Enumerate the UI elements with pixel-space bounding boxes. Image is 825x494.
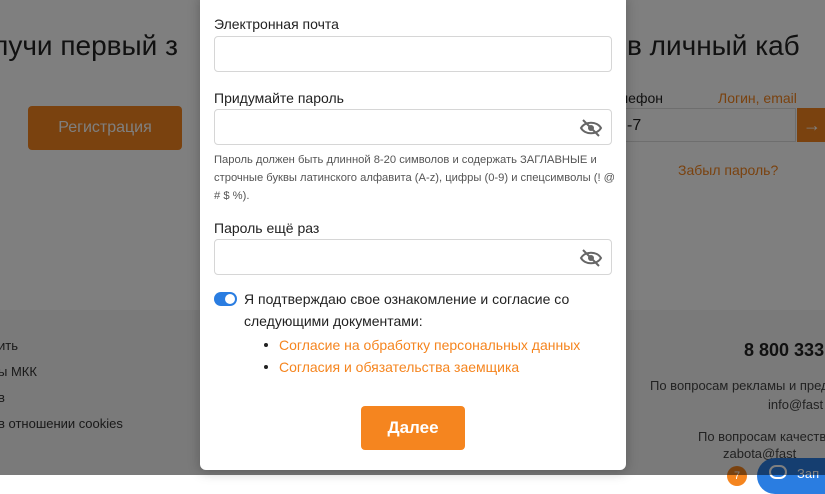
consent-documents-list: Согласие на обработку персональных данны… [264, 334, 580, 378]
eye-off-icon[interactable] [579, 248, 603, 268]
eye-off-icon[interactable] [579, 118, 603, 138]
password-field[interactable] [214, 109, 612, 145]
password-repeat-label: Пароль ещё раз [214, 220, 320, 236]
toggle-knob [225, 294, 235, 304]
document-link-label: Согласия и обязательства заемщика [279, 359, 520, 375]
document-link-personal-data[interactable]: Согласие на обработку персональных данны… [264, 334, 580, 356]
consent-text: Я подтверждаю свое ознакомление и соглас… [244, 291, 570, 329]
password-hint: Пароль должен быть длинной 8-20 символов… [214, 154, 616, 202]
next-button[interactable]: Далее [361, 406, 465, 450]
bullet-icon [264, 365, 268, 369]
password-label: Придумайте пароль [214, 90, 344, 106]
consent-toggle[interactable] [214, 292, 237, 306]
document-link-borrower-obligations[interactable]: Согласия и обязательства заемщика [264, 356, 580, 378]
email-label: Электронная почта [214, 16, 339, 32]
document-link-label: Согласие на обработку персональных данны… [279, 337, 581, 353]
bullet-icon [264, 343, 268, 347]
registration-modal: Электронная почта Придумайте пароль Паро… [200, 0, 626, 470]
email-field[interactable] [214, 36, 612, 72]
password-repeat-field[interactable] [214, 239, 612, 275]
